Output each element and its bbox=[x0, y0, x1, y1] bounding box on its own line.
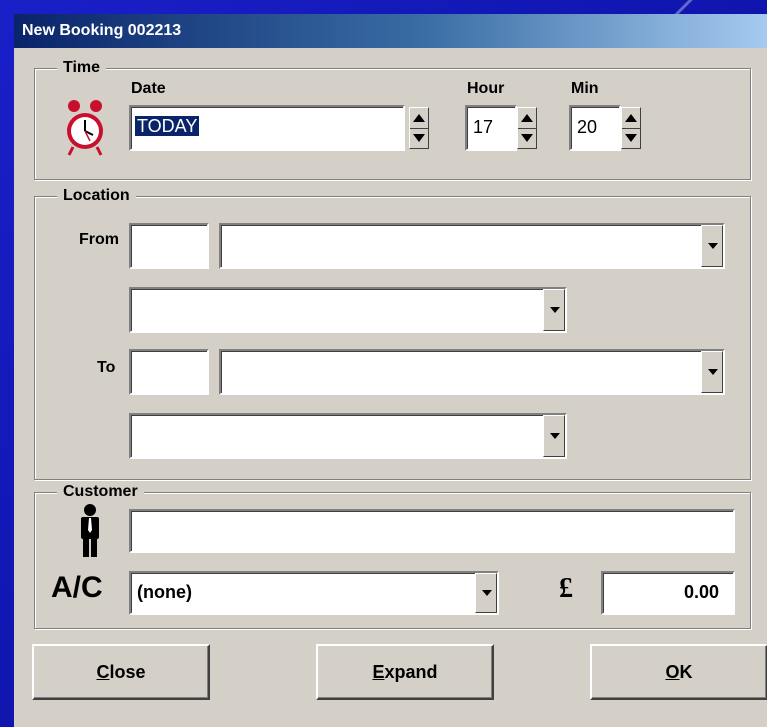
hour-value: 17 bbox=[473, 117, 494, 137]
to-code-input[interactable] bbox=[129, 349, 209, 395]
hour-up-arrow-icon[interactable] bbox=[521, 114, 533, 122]
to-code-text[interactable] bbox=[131, 351, 207, 393]
account-dropdown-button[interactable] bbox=[475, 573, 497, 613]
to-area-dropdown-button[interactable] bbox=[543, 415, 565, 457]
from-label: From bbox=[79, 231, 119, 248]
person-icon bbox=[81, 504, 99, 557]
close-button-hotkey: C bbox=[96, 662, 110, 682]
from-area-combo[interactable] bbox=[129, 287, 567, 333]
from-area-dropdown-button[interactable] bbox=[543, 289, 565, 331]
location-group-label: Location bbox=[57, 187, 136, 205]
window-title: New Booking 002213 bbox=[22, 22, 182, 39]
date-up-arrow-icon[interactable] bbox=[413, 114, 425, 122]
hour-field[interactable]: 17 bbox=[465, 105, 517, 151]
close-button[interactable]: Close bbox=[32, 644, 210, 700]
expand-button[interactable]: Expand bbox=[316, 644, 494, 700]
ok-button-label: K bbox=[679, 662, 693, 682]
time-group: Time Date TODAY Hour 17 Min 20 bbox=[34, 59, 751, 180]
min-value: 20 bbox=[577, 117, 598, 137]
from-address-combo[interactable] bbox=[219, 223, 725, 269]
chevron-down-icon bbox=[708, 369, 718, 375]
chevron-down-icon bbox=[708, 243, 718, 249]
chevron-down-icon bbox=[550, 433, 560, 439]
date-down-arrow-icon[interactable] bbox=[413, 134, 425, 142]
ok-button-hotkey: O bbox=[665, 662, 680, 682]
to-address-combo[interactable] bbox=[219, 349, 725, 395]
to-address-dropdown-button[interactable] bbox=[701, 351, 723, 393]
fare-value: 0.00 bbox=[683, 582, 719, 602]
customer-group-label: Customer bbox=[57, 483, 144, 501]
account-combo[interactable]: (none) bbox=[129, 571, 499, 615]
from-code-text[interactable] bbox=[131, 225, 207, 267]
fare-field[interactable]: 0.00 bbox=[601, 571, 735, 615]
date-field[interactable]: TODAY bbox=[129, 105, 405, 151]
customer-name-text[interactable] bbox=[131, 511, 733, 551]
from-code-input[interactable] bbox=[129, 223, 209, 269]
min-up-arrow-icon[interactable] bbox=[625, 114, 637, 122]
ok-button[interactable]: OK bbox=[590, 644, 767, 700]
alarm-clock-icon bbox=[67, 100, 103, 156]
chevron-down-icon bbox=[550, 307, 560, 313]
location-group: Location From To bbox=[34, 187, 751, 480]
min-label: Min bbox=[571, 80, 599, 97]
hour-label: Hour bbox=[467, 80, 505, 97]
date-label: Date bbox=[131, 80, 166, 97]
chevron-down-icon bbox=[482, 590, 492, 596]
min-down-arrow-icon[interactable] bbox=[625, 134, 637, 142]
customer-name-input[interactable] bbox=[129, 509, 735, 553]
from-address-dropdown-button[interactable] bbox=[701, 225, 723, 267]
account-value: (none) bbox=[137, 582, 192, 602]
expand-button-label: xpand bbox=[384, 662, 438, 682]
hour-down-arrow-icon[interactable] bbox=[521, 134, 533, 142]
customer-group: Customer A/C (none) £ 0.00 bbox=[34, 483, 751, 629]
new-booking-dialog: New Booking 002213 Time Date TODAY Hour … bbox=[14, 14, 767, 727]
expand-button-hotkey: E bbox=[372, 662, 385, 682]
pound-icon: £ bbox=[559, 573, 573, 604]
date-value: TODAY bbox=[135, 116, 200, 136]
hour-spinner[interactable] bbox=[517, 107, 537, 149]
title-bar: New Booking 002213 bbox=[14, 14, 767, 48]
min-field[interactable]: 20 bbox=[569, 105, 621, 151]
to-area-combo[interactable] bbox=[129, 413, 567, 459]
to-label: To bbox=[97, 359, 116, 376]
min-spinner[interactable] bbox=[621, 107, 641, 149]
time-group-label: Time bbox=[57, 59, 107, 77]
account-label: A/C bbox=[51, 571, 103, 604]
date-spinner[interactable] bbox=[409, 107, 429, 149]
close-button-label: lose bbox=[109, 662, 146, 682]
